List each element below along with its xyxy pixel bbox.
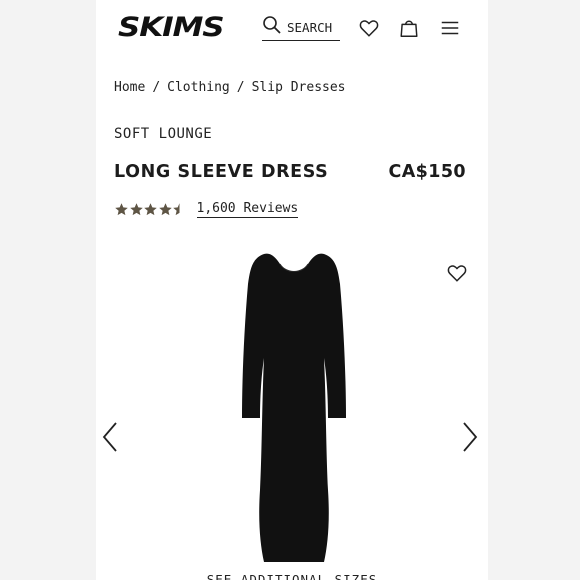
star-icon bbox=[158, 203, 172, 216]
star-icon bbox=[144, 203, 157, 216]
menu-icon[interactable] bbox=[439, 17, 461, 39]
product-rating: 1,600 Reviews bbox=[114, 201, 299, 218]
star-icon bbox=[115, 203, 128, 216]
chevron-left-icon[interactable] bbox=[100, 420, 120, 454]
breadcrumb-separator: / bbox=[236, 80, 245, 95]
collection-name: SOFT LOUNGE bbox=[114, 126, 213, 142]
wishlist-heart-icon[interactable] bbox=[446, 262, 468, 284]
half-star-icon bbox=[173, 203, 180, 216]
star-rating bbox=[114, 202, 187, 217]
search-label: SEARCH bbox=[287, 19, 333, 35]
breadcrumb-separator: / bbox=[152, 80, 161, 95]
reviews-link[interactable]: 1,600 Reviews bbox=[196, 201, 299, 218]
shopping-bag-icon[interactable] bbox=[398, 17, 420, 39]
product-page: SKIMS SEARCH Home / Clothing / Slip Dresses … bbox=[96, 0, 488, 580]
breadcrumb-slip-dresses[interactable]: Slip Dresses bbox=[252, 80, 346, 95]
product-price: CA$150 bbox=[388, 162, 466, 182]
search-button[interactable]: SEARCH bbox=[262, 14, 340, 41]
search-icon bbox=[262, 15, 282, 39]
breadcrumb-home[interactable]: Home bbox=[114, 80, 145, 95]
product-title: LONG SLEEVE DRESS bbox=[114, 162, 329, 182]
breadcrumb: Home / Clothing / Slip Dresses bbox=[114, 80, 346, 95]
brand-logo[interactable]: SKIMS bbox=[118, 12, 225, 43]
left-gutter bbox=[0, 0, 96, 580]
site-header: SKIMS SEARCH bbox=[96, 0, 488, 56]
see-additional-sizes-link[interactable]: SEE ADDITIONAL SIZES bbox=[96, 572, 488, 580]
breadcrumb-clothing[interactable]: Clothing bbox=[167, 80, 230, 95]
right-gutter bbox=[488, 0, 580, 580]
chevron-right-icon[interactable] bbox=[460, 420, 480, 454]
product-image-dress[interactable] bbox=[224, 250, 364, 564]
heart-icon[interactable] bbox=[358, 17, 380, 39]
star-icon bbox=[129, 203, 143, 216]
